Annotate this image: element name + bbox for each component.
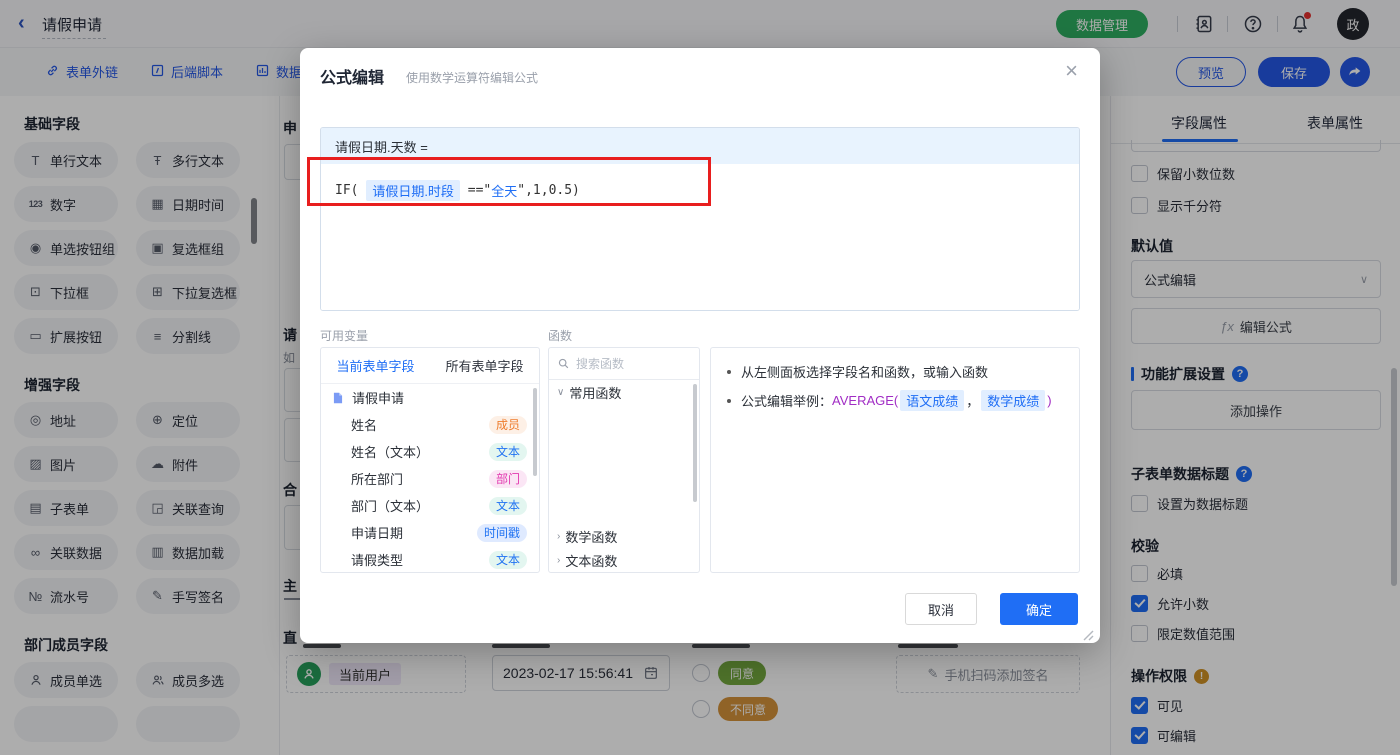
function-item[interactable] <box>549 452 699 476</box>
cancel-button[interactable]: 取消 <box>905 593 977 625</box>
formula-input-area[interactable]: IF( 请假日期.时段 ==" 全天 ",1,0.5) <box>321 164 1079 310</box>
variable-field-list: 姓名 成员 姓名（文本） 文本 所在部门 部门 部门（文本） 文本 申请日期 时… <box>321 411 539 572</box>
chevron-down-icon: ∨ <box>557 386 565 398</box>
variable-field-row[interactable]: 请假类型 文本 <box>321 546 539 572</box>
function-item[interactable] <box>549 500 699 524</box>
function-group-common[interactable]: ∨ 常用函数 <box>549 380 699 404</box>
function-group[interactable]: › 文本函数 <box>549 548 699 572</box>
variable-field-row[interactable]: 申请日期 时间戳 <box>321 519 539 546</box>
bullet <box>727 369 731 374</box>
field-type-tag: 成员 <box>488 415 527 434</box>
variable-field-row[interactable]: 所在部门 部门 <box>321 465 539 492</box>
functions-panel: 搜索函数 ∨ 常用函数 › 数学函数 › 文本函数 <box>548 347 700 573</box>
formula-expression: IF( 请假日期.时段 ==" 全天 ",1,0.5) <box>335 180 580 201</box>
field-type-tag: 部门 <box>488 469 527 488</box>
tab-all-form-fields[interactable]: 所有表单字段 <box>430 356 539 375</box>
function-list <box>549 404 699 524</box>
form-doc-icon <box>331 391 345 405</box>
formula-editor-dialog: 公式编辑 使用数学运算符编辑公式 × 请假日期.天数 = IF( 请假日期.时段… <box>300 48 1100 643</box>
example-field-chip: 语文成绩 <box>900 390 965 411</box>
variables-label: 可用变量 <box>320 329 369 343</box>
variables-panel: 当前表单字段 所有表单字段 请假申请 姓名 成员 姓名（文本） 文本 所在部门 … <box>320 347 540 573</box>
function-item[interactable] <box>549 428 699 452</box>
dialog-subtitle: 使用数学运算符编辑公式 <box>406 71 539 85</box>
hint-line-1: 从左侧面板选择字段名和函数，或输入函数 <box>727 362 988 381</box>
chevron-right-icon: › <box>557 554 561 566</box>
dialog-title: 公式编辑 <box>320 70 385 87</box>
form-root-node[interactable]: 请假申请 <box>321 384 539 411</box>
formula-editor: 请假日期.天数 = IF( 请假日期.时段 ==" 全天 ",1,0.5) <box>320 127 1080 311</box>
field-type-tag: 时间戳 <box>476 523 527 542</box>
function-item[interactable] <box>549 404 699 428</box>
function-item[interactable] <box>549 476 699 500</box>
page-scrollbar[interactable] <box>1391 368 1397 586</box>
field-type-tag: 文本 <box>488 496 527 515</box>
variable-field-row[interactable]: 姓名 成员 <box>321 411 539 438</box>
example-field-chip: 数学成绩 <box>981 390 1046 411</box>
function-group[interactable]: › 数学函数 <box>549 524 699 548</box>
hint-line-2: 公式编辑举例： AVERAGE(语文成绩，数学成绩) <box>727 390 1052 411</box>
confirm-button[interactable]: 确定 <box>1000 593 1078 625</box>
variables-tabs: 当前表单字段 所有表单字段 <box>321 348 539 384</box>
variable-field-row[interactable]: 姓名（文本） 文本 <box>321 438 539 465</box>
field-type-tag: 文本 <box>488 550 527 569</box>
function-groups-collapsed: › 数学函数 › 文本函数 <box>549 524 699 572</box>
formula-target: 请假日期.天数 = <box>321 128 1079 164</box>
resize-handle[interactable] <box>1082 628 1094 641</box>
functions-scrollbar[interactable] <box>693 384 697 502</box>
field-token-chip[interactable]: 请假日期.时段 <box>366 180 460 201</box>
hints-panel: 从左侧面板选择字段名和函数，或输入函数 公式编辑举例： AVERAGE(语文成绩，… <box>710 347 1080 573</box>
tab-current-form-fields[interactable]: 当前表单字段 <box>321 356 430 375</box>
field-type-tag: 文本 <box>488 442 527 461</box>
close-icon[interactable]: × <box>1065 60 1078 82</box>
chevron-right-icon: › <box>557 530 561 542</box>
variables-scrollbar[interactable] <box>533 388 537 476</box>
functions-label: 函数 <box>548 329 573 343</box>
search-icon <box>557 357 570 370</box>
search-placeholder: 搜索函数 <box>576 357 625 371</box>
bullet <box>727 398 731 403</box>
function-search-input[interactable]: 搜索函数 <box>549 348 699 380</box>
variable-field-row[interactable]: 部门（文本） 文本 <box>321 492 539 519</box>
